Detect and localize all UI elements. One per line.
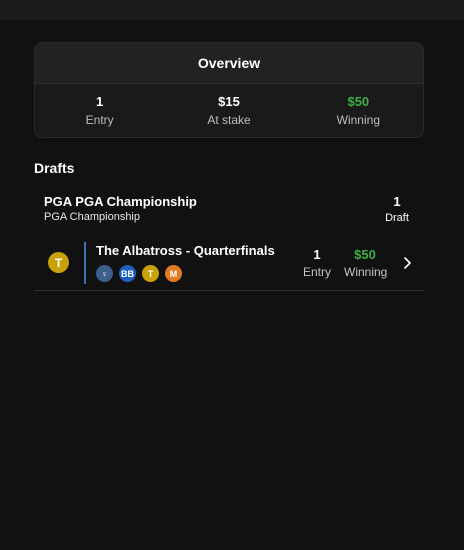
overview-stats: 1 Entry $15 At stake $50 Winning — [35, 84, 423, 137]
draft-name: The Albatross - Quarterfinals — [96, 243, 275, 258]
overview-stat-winning: $50 Winning — [294, 84, 423, 137]
stat-value: 1 — [96, 93, 104, 109]
event-header: PGA PGA Championship PGA Championship 1 … — [44, 194, 412, 228]
overview-stat-entry: 1 Entry — [35, 84, 164, 137]
drafts-heading: Drafts — [34, 160, 75, 176]
overview-title: Overview — [35, 43, 423, 84]
player-m-icon: M — [165, 265, 182, 282]
draft-row[interactable]: T The Albatross - Quarterfinals ♀ BB T M… — [34, 236, 424, 291]
player-bb-icon: BB — [119, 265, 136, 282]
stat-label: At stake — [207, 112, 251, 127]
player-t-icon: T — [142, 265, 159, 282]
draft-winning: $50 Winning — [344, 247, 388, 280]
event-name: PGA PGA Championship — [44, 194, 197, 209]
avatar: T — [48, 252, 69, 273]
entry-value: 1 — [313, 247, 321, 262]
draft-entry: 1 Entry — [302, 247, 332, 280]
stat-value: $15 — [218, 93, 240, 109]
entry-label: Entry — [302, 265, 331, 279]
overview-card: Overview 1 Entry $15 At stake $50 Winnin… — [34, 42, 424, 138]
event-draft-count: 1 Draft — [382, 194, 412, 225]
stat-label: Winning — [336, 112, 380, 127]
event-subtitle: PGA Championship — [44, 211, 140, 223]
divider — [84, 242, 86, 284]
draft-count-value: 1 — [393, 194, 401, 209]
top-bar — [0, 0, 464, 20]
overview-stat-at-stake: $15 At stake — [164, 84, 293, 137]
draft-count-label: Draft — [385, 212, 409, 224]
chevron-right-icon[interactable] — [400, 254, 416, 272]
winning-label: Winning — [344, 265, 388, 279]
stat-label: Entry — [85, 112, 114, 127]
stat-value: $50 — [347, 93, 370, 109]
winning-value: $50 — [354, 247, 376, 262]
player-female-icon: ♀ — [96, 265, 113, 282]
player-icons: ♀ BB T M — [96, 265, 182, 282]
